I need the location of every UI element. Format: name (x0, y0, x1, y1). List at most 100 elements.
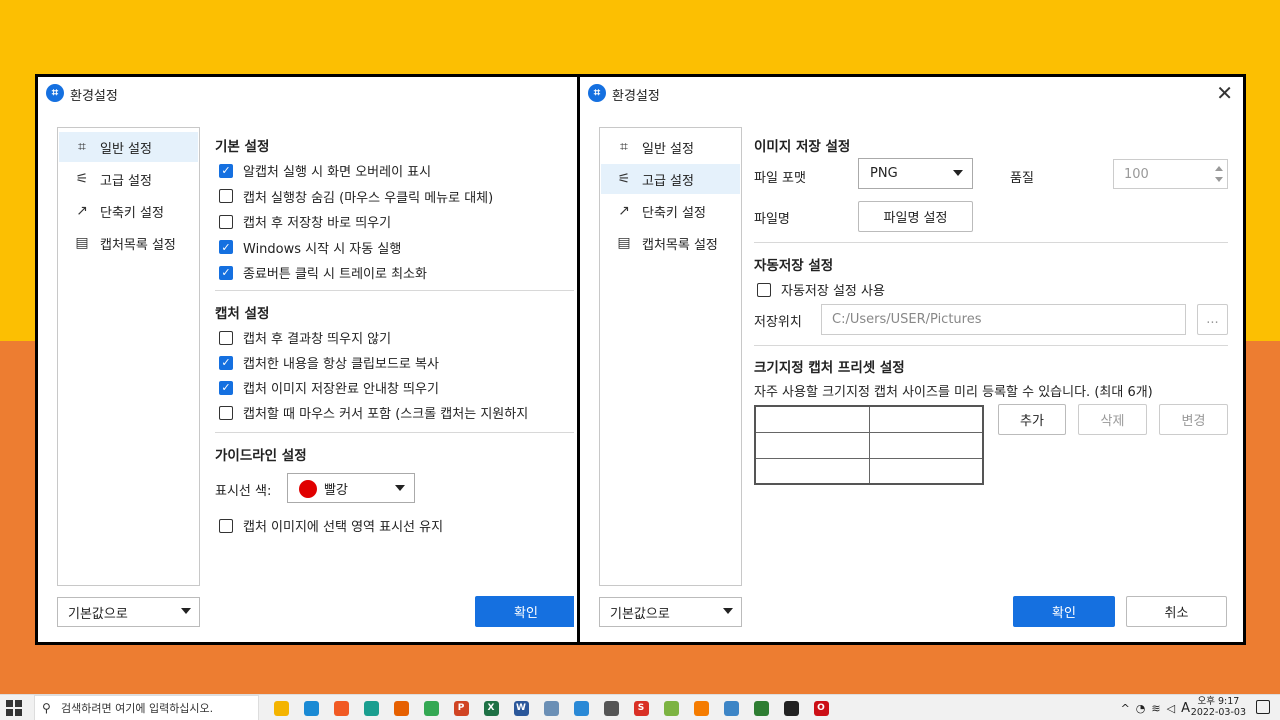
checkbox[interactable]: ✓ (219, 380, 233, 395)
table-cell[interactable] (868, 457, 984, 485)
table-row[interactable] (754, 457, 984, 485)
guideline-color-select[interactable]: 빨강 (287, 473, 415, 503)
add-preset-button[interactable]: 추가 (998, 404, 1066, 435)
table-cell[interactable] (868, 431, 984, 459)
option-row[interactable]: ✓ 알캡처 실행 시 화면 오버레이 표시 (219, 161, 431, 180)
app-icon (603, 700, 619, 716)
input-language-indicator[interactable]: A (1181, 701, 1190, 716)
taskbar-app-14[interactable] (686, 695, 716, 720)
taskbar-app-5[interactable] (416, 695, 446, 720)
edit-preset-button[interactable]: 변경 (1159, 404, 1228, 435)
sidebar-item-label: 고급 설정 (642, 173, 694, 189)
taskbar-app-16[interactable] (746, 695, 776, 720)
app-icon (723, 700, 739, 716)
chevron-down-icon (953, 170, 963, 176)
cancel-button[interactable]: 취소 (1126, 596, 1227, 627)
taskbar-app-17[interactable] (776, 695, 806, 720)
taskbar-search-box[interactable]: ⚲ 검색하려면 여기에 입력하십시오. (34, 695, 259, 720)
taskbar-clock[interactable]: 오후 9:17 2022-03-03 (1191, 696, 1246, 718)
ok-button[interactable]: 확인 (475, 596, 574, 627)
wifi-icon[interactable]: ≋ (1151, 702, 1160, 715)
sidebar-item-1[interactable]: ⚟ 고급 설정 (601, 164, 740, 194)
app-icon: S (633, 700, 649, 716)
taskbar-app-0[interactable] (266, 695, 296, 720)
option-row[interactable]: 캡처 후 저장창 바로 띄우기 (219, 212, 391, 231)
notification-icon[interactable] (1256, 700, 1270, 714)
volume-icon[interactable]: ◁ (1167, 702, 1175, 715)
filename-settings-button[interactable]: 파일명 설정 (858, 201, 973, 232)
option-row[interactable]: ✓ 캡처 이미지 저장완료 안내창 띄우기 (219, 378, 439, 397)
table-row[interactable] (754, 431, 984, 459)
checkbox[interactable]: ✓ (219, 240, 233, 254)
taskbar-app-15[interactable] (716, 695, 746, 720)
option-row[interactable]: 캡처할 때 마우스 커서 포함 (스크롤 캡처는 지원하지 (219, 403, 528, 422)
checkbox[interactable]: ✓ (219, 355, 233, 370)
quality-stepper[interactable]: 100 (1113, 159, 1228, 189)
checkbox[interactable]: ✓ (219, 163, 233, 178)
sidebar-item-2[interactable]: ↗ 단축키 설정 (59, 196, 198, 226)
ok-button[interactable]: 확인 (1013, 596, 1115, 627)
option-row[interactable]: ✓ 캡처한 내용을 항상 클립보드로 복사 (219, 353, 439, 372)
taskbar-apps: PXW S O (266, 695, 836, 720)
delete-preset-button[interactable]: 삭제 (1078, 404, 1147, 435)
windows-taskbar: ⚲ 검색하려면 여기에 입력하십시오. PXW S O ^ ◔ ≋ ◁ A 오후 9… (0, 694, 1280, 720)
option-row[interactable]: 캡처 실행창 숨김 (마우스 우클릭 메뉴로 대체) (219, 187, 493, 206)
sidebar-item-2[interactable]: ↗ 단축키 설정 (601, 196, 740, 226)
checkbox[interactable] (219, 189, 233, 203)
taskbar-app-10[interactable] (566, 695, 596, 720)
option-row[interactable]: 캡처 후 결과창 띄우지 않기 (219, 328, 391, 347)
keep-guideline-option[interactable]: 캡처 이미지에 선택 영역 표시선 유지 (219, 516, 443, 535)
sidebar-item-0[interactable]: ⌗ 일반 설정 (59, 132, 198, 162)
taskbar-app-18[interactable]: O (806, 695, 836, 720)
file-format-select[interactable]: PNG (858, 158, 973, 189)
sidebar-item-3[interactable]: ▤ 캡처목록 설정 (59, 228, 198, 258)
option-row[interactable]: ✓ Windows 시작 시 자동 실행 (219, 238, 401, 257)
checkbox[interactable]: ✓ (219, 265, 233, 280)
spin-up-icon[interactable] (1215, 166, 1223, 171)
sidebar-item-label: 단축키 설정 (642, 205, 706, 221)
checkbox[interactable] (219, 330, 233, 345)
spin-down-icon[interactable] (1215, 177, 1223, 182)
close-icon[interactable]: ✕ (1216, 81, 1233, 105)
table-cell[interactable] (868, 405, 984, 433)
vlc-icon (693, 700, 709, 716)
title-bar[interactable]: ⌗ 환경설정 ✕ (580, 77, 1243, 111)
tray-chevron-up-icon[interactable]: ^ (1121, 702, 1130, 715)
restore-defaults-select[interactable]: 기본값으로 (57, 597, 200, 627)
windows-start-icon[interactable] (6, 700, 22, 716)
auto-save-option[interactable]: 자동저장 설정 사용 (757, 280, 885, 299)
taskbar-app-9[interactable] (536, 695, 566, 720)
taskbar-app-13[interactable] (656, 695, 686, 720)
option-row[interactable]: ✓ 종료버튼 클릭 시 트레이로 최소화 (219, 263, 427, 282)
sidebar-item-0[interactable]: ⌗ 일반 설정 (601, 132, 740, 162)
save-location-field[interactable]: C:/Users/USER/Pictures (821, 304, 1186, 335)
checkbox[interactable] (219, 405, 233, 420)
table-row[interactable] (754, 405, 984, 433)
table-cell[interactable] (754, 457, 870, 485)
taskbar-app-7[interactable]: X (476, 695, 506, 720)
table-cell[interactable] (754, 405, 870, 433)
taskbar-app-11[interactable] (596, 695, 626, 720)
sidebar-item-label: 단축키 설정 (100, 205, 164, 221)
taskbar-app-4[interactable] (386, 695, 416, 720)
title-bar[interactable]: ⌗ 환경설정 (38, 77, 574, 111)
taskbar-app-2[interactable] (326, 695, 356, 720)
auto-save-checkbox[interactable] (757, 282, 771, 297)
taskbar-app-12[interactable]: S (626, 695, 656, 720)
keep-guideline-checkbox[interactable] (219, 518, 233, 533)
checkbox[interactable] (219, 214, 233, 229)
section-title-guideline: 가이드라인 설정 (215, 448, 307, 464)
taskbar-app-8[interactable]: W (506, 695, 536, 720)
table-cell[interactable] (754, 431, 870, 459)
window-title: 환경설정 (612, 89, 660, 104)
browse-folder-button[interactable]: ... (1197, 304, 1228, 335)
taskbar-app-3[interactable] (356, 695, 386, 720)
sidebar-item-1[interactable]: ⚟ 고급 설정 (59, 164, 198, 194)
network-icon[interactable]: ◔ (1136, 702, 1146, 715)
sidebar-item-3[interactable]: ▤ 캡처목록 설정 (601, 228, 740, 258)
restore-defaults-select[interactable]: 기본값으로 (599, 597, 742, 627)
taskbar-app-6[interactable]: P (446, 695, 476, 720)
taskbar-app-1[interactable] (296, 695, 326, 720)
preset-table[interactable] (754, 405, 984, 485)
app-icon (753, 700, 769, 716)
